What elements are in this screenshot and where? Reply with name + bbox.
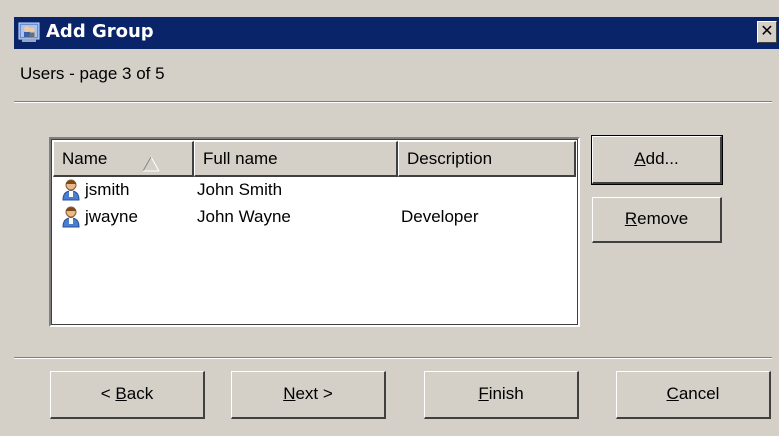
remove-button[interactable]: Remove: [592, 197, 722, 243]
back-button[interactable]: < Back: [50, 371, 205, 419]
user-icon: [61, 179, 81, 201]
cancel-button-label: Cancel: [666, 384, 720, 403]
user-full-name: John Wayne: [197, 207, 291, 226]
user-icon: [61, 206, 81, 228]
column-label: Name: [62, 149, 108, 168]
column-label: Description: [407, 149, 493, 168]
separator-top: [14, 101, 772, 103]
list-item[interactable]: jwayne John Wayne Developer: [55, 204, 574, 231]
title-bar[interactable]: Add Group ✕: [14, 17, 779, 49]
next-button[interactable]: Next >: [231, 371, 386, 419]
add-button-label: Add...: [634, 149, 679, 168]
finish-button-label: Finish: [478, 384, 524, 403]
column-header-name[interactable]: Name: [53, 141, 194, 177]
page-subheader: Users - page 3 of 5: [20, 64, 165, 83]
dialog-title: Add Group: [46, 21, 154, 42]
user-name: jsmith: [85, 180, 130, 199]
next-button-label: Next >: [283, 384, 333, 403]
remove-button-label: Remove: [624, 209, 689, 228]
separator-bottom: [14, 357, 772, 359]
column-header-full-name[interactable]: Full name: [194, 141, 398, 177]
users-list-view[interactable]: Name Full name Description jsmith John S…: [49, 137, 580, 327]
cancel-button[interactable]: Cancel: [616, 371, 771, 419]
back-button-label: < Back: [100, 384, 154, 403]
list-item[interactable]: jsmith John Smith: [55, 177, 574, 204]
list-rows: jsmith John Smith jwayne John Wayne Deve…: [55, 177, 574, 231]
column-label: Full name: [203, 149, 278, 168]
close-button[interactable]: ✕: [757, 21, 777, 43]
finish-button[interactable]: Finish: [424, 371, 579, 419]
add-group-icon: [18, 21, 40, 43]
list-header: Name Full name Description: [53, 141, 576, 177]
user-full-name: John Smith: [197, 180, 283, 199]
add-button[interactable]: Add...: [591, 135, 723, 185]
column-header-description[interactable]: Description: [398, 141, 576, 177]
close-icon: ✕: [760, 23, 774, 40]
user-name: jwayne: [85, 207, 138, 226]
user-description: Developer: [401, 207, 479, 226]
add-group-dialog: Add Group ✕ Users - page 3 of 5 Name Ful…: [0, 0, 779, 436]
